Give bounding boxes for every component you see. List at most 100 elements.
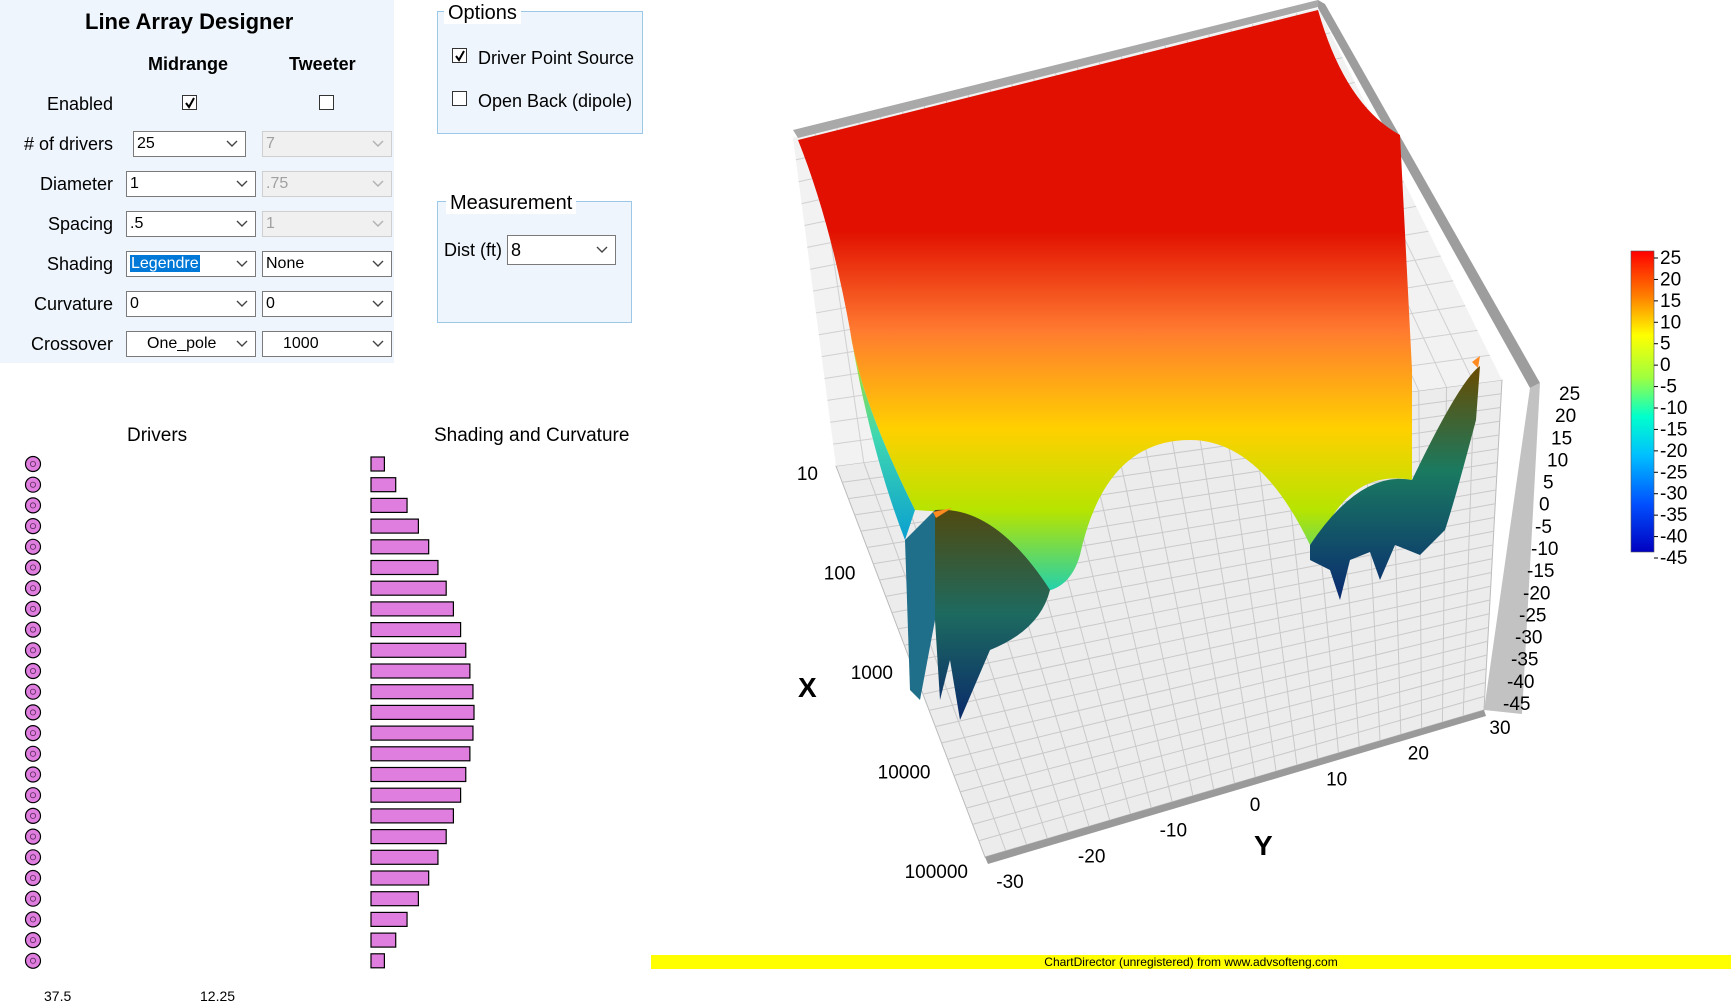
shading-bar [370, 601, 455, 617]
tweeter-spacing-combo[interactable]: 1 [262, 211, 392, 237]
z-tick-label: 10 [1547, 450, 1568, 471]
midrange-shading-combo[interactable]: Legendre [126, 251, 256, 277]
y-tick-label: 20 [1408, 744, 1429, 765]
tweeter-diameter-combo[interactable]: .75 [262, 171, 392, 197]
designer-title: Line Array Designer [85, 9, 294, 34]
driver-circle [24, 517, 42, 535]
z-tick-label: 15 [1551, 428, 1572, 449]
colorbar-tick-label: -45 [1660, 548, 1687, 569]
shading-bar [370, 953, 385, 969]
watermark-banner: ChartDirector (unregistered) from www.ad… [651, 955, 1731, 969]
chevron-down-icon [372, 220, 384, 227]
z-tick-label: -45 [1503, 694, 1530, 715]
colorbar-tick-label: 10 [1660, 312, 1681, 333]
shading-bar [370, 622, 462, 638]
midrange-curvature-combo[interactable]: 0 [126, 291, 256, 317]
driver-circle [24, 621, 42, 638]
driver-circle [24, 766, 42, 783]
shading-bar [370, 456, 385, 472]
colorbar-tick-label: 0 [1660, 355, 1671, 376]
midrange-curvature-value: 0 [130, 295, 139, 312]
tweeter-of-drivers-combo[interactable]: 7 [262, 131, 392, 157]
options-title: Options [444, 2, 521, 24]
shading-bar [370, 891, 419, 907]
driver-circle [24, 476, 42, 493]
driver-circle [24, 890, 42, 907]
dist-combo[interactable]: 8 [507, 235, 616, 265]
tweeter-crossover-combo[interactable]: 1000 [262, 331, 392, 357]
colorbar-ticks: 2520151050-5-10-15-20-25-30-35-40-45 [1654, 248, 1687, 569]
shading-bar [370, 477, 397, 493]
shading-bar [370, 704, 475, 720]
shading-bar [370, 518, 419, 534]
driver-circle [24, 662, 42, 680]
colorbar-tick-label: -25 [1660, 462, 1687, 483]
midrange-diameter-combo[interactable]: 1 [126, 171, 256, 197]
y-tick-label: 0 [1250, 795, 1261, 816]
driver-circle [24, 538, 42, 555]
tweeter-crossover-value: 1000 [283, 335, 319, 352]
z-tick-label: 5 [1543, 473, 1554, 494]
colorbar-tick-label: 25 [1660, 248, 1681, 269]
colorbar-tick-label: 15 [1660, 291, 1681, 312]
colorbar-tick-label: -40 [1660, 527, 1687, 548]
dist-label: Dist (ft) [444, 240, 502, 260]
shading-bar [370, 559, 439, 576]
tweeter-curvature-combo[interactable]: 0 [262, 291, 392, 317]
column-header-midrange: Midrange [148, 54, 229, 74]
shading-bar [370, 725, 474, 741]
x-tick-label: 10000 [878, 763, 931, 784]
line-array-designer-panel: Line Array Designer Midrange Tweeter Ena… [0, 0, 394, 363]
midrange-crossover-value: One_pole [147, 335, 217, 352]
row-label-of-drivers: # of drivers [23, 134, 113, 154]
tweeter-diameter-value: .75 [266, 175, 289, 192]
chevron-down-icon [236, 340, 248, 347]
shading-bar [370, 539, 430, 555]
open-back-checkbox[interactable] [452, 91, 467, 106]
row-label-curvature: Curvature [33, 294, 113, 314]
row-label-crossover: Crossover [30, 334, 113, 354]
z-tick-label: -35 [1511, 650, 1538, 671]
colorbar-tick-label: 5 [1660, 334, 1671, 355]
surface-chart: 10100100010000100000 -30-20-100102030 25… [793, 0, 1687, 893]
driver-circle [24, 704, 42, 721]
driver-circle [24, 497, 42, 514]
z-tick-label: -20 [1523, 583, 1550, 604]
midrange-crossover-combo[interactable]: One_pole [126, 331, 256, 357]
checkmark-icon [455, 50, 465, 62]
tweeter-curvature-value: 0 [266, 295, 275, 312]
driver-circle [24, 787, 42, 804]
shading-bar [370, 497, 408, 514]
shading-bar [370, 829, 447, 845]
midrange-diameter-value: 1 [130, 175, 139, 192]
midrange-enabled-checkbox[interactable] [182, 95, 197, 110]
driver-circle [24, 455, 42, 473]
row-label-enabled: Enabled [46, 94, 113, 114]
midrange-spacing-combo[interactable]: .5 [126, 211, 256, 237]
chevron-down-icon [372, 260, 384, 267]
z-tick-label: 25 [1559, 384, 1580, 405]
y-tick-label: -20 [1078, 846, 1105, 867]
tweeter-enabled-checkbox[interactable] [319, 95, 334, 110]
drivers-title: Drivers [127, 425, 188, 446]
shading-bar [370, 911, 408, 927]
colorbar-tick-label: -35 [1660, 505, 1687, 526]
tweeter-shading-combo[interactable]: None [262, 251, 392, 277]
colorbar [1630, 250, 1655, 553]
driver-point-source-checkbox[interactable] [452, 48, 467, 63]
chevron-down-icon [236, 180, 248, 187]
shading-bar [370, 684, 474, 700]
chevron-down-icon [372, 140, 384, 147]
driver-circle [24, 807, 42, 824]
dist-value: 8 [511, 240, 522, 260]
measurement-title: Measurement [446, 192, 577, 214]
column-header-tweeter: Tweeter [289, 54, 356, 74]
driver-point-source-label: Driver Point Source [478, 48, 635, 68]
y-tick-label: 10 [1326, 769, 1347, 790]
z-tick-label: -30 [1515, 628, 1542, 649]
y-tick-label: -30 [996, 872, 1023, 893]
shading-bar [370, 787, 462, 803]
midrange-of-drivers-combo[interactable]: 25 [133, 131, 246, 157]
z-tick-label: -5 [1535, 517, 1552, 538]
shading-plot [370, 456, 475, 969]
